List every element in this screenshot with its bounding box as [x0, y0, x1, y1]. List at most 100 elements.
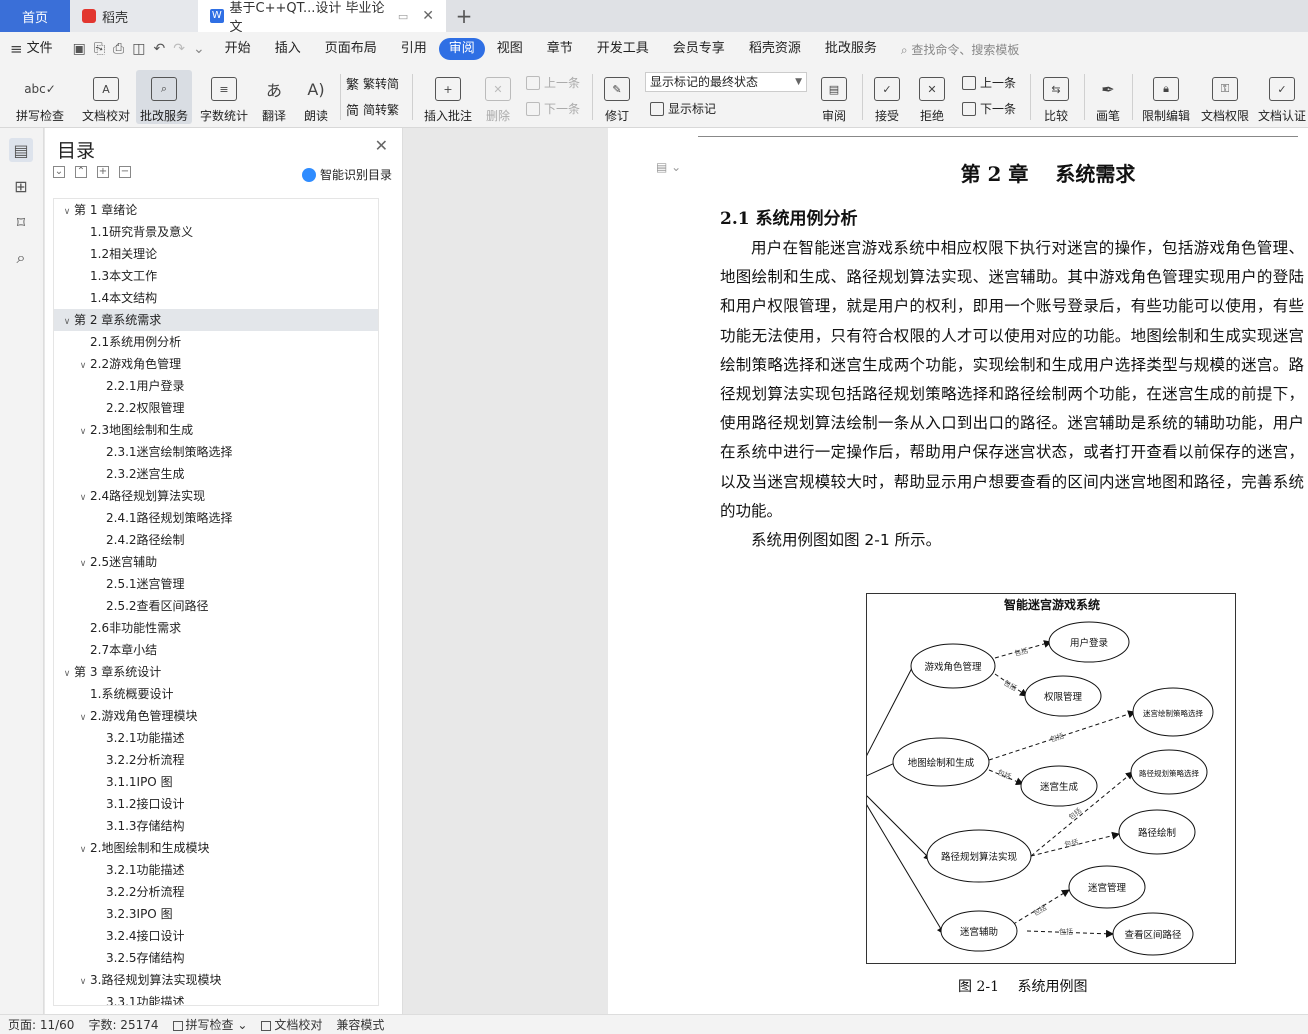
export-icon[interactable]: ⎘ [94, 41, 105, 57]
toc-item[interactable]: 3.3.1功能描述 [54, 991, 378, 1005]
toc-item[interactable]: 2.5.1迷宫管理 [54, 573, 378, 595]
tab-document[interactable]: W 基于C++QT...设计 毕业论文 ▭ ✕ [198, 0, 446, 35]
accept-button[interactable]: ✓ 接受 [868, 70, 906, 124]
chevron-down-icon[interactable]: ∨ [60, 201, 74, 223]
more-icon[interactable]: ⌄ [193, 41, 205, 57]
close-icon[interactable]: ✕ [375, 136, 388, 155]
toc-item[interactable]: ∨ 2.4路径规划算法实现 [54, 485, 378, 507]
tab-close-icon[interactable]: ✕ [422, 8, 434, 24]
restrict-edit-button[interactable]: 🔒︎ 限制编辑 [1138, 70, 1194, 124]
chevron-down-icon[interactable]: ∨ [76, 421, 90, 443]
redo-icon[interactable]: ↷ [173, 41, 185, 57]
prev-change-button[interactable]: 上一条 [962, 74, 1016, 91]
simp-to-trad-button[interactable]: 简简转繁 [346, 100, 399, 119]
show-markup-button[interactable]: 显示标记 [650, 100, 716, 117]
menu-chapter[interactable]: 章节 [535, 38, 585, 60]
menu-devtools[interactable]: 开发工具 [585, 38, 661, 60]
chevron-down-icon[interactable]: ∨ [76, 971, 90, 993]
tab-home[interactable]: 首页 [0, 0, 70, 32]
file-menu[interactable]: 文件 [23, 38, 65, 60]
doc-cert-button[interactable]: ✓ 文档认证 [1256, 70, 1308, 124]
chevron-down-icon[interactable]: ∨ [60, 663, 74, 685]
track-changes-button[interactable]: ✎ 修订 [598, 70, 636, 124]
preview-icon[interactable]: ◫ [132, 41, 145, 57]
toc-item[interactable]: 3.1.2接口设计 [54, 793, 378, 815]
chevron-down-icon[interactable]: ∨ [76, 839, 90, 861]
tab-daoke[interactable]: 稻壳 [70, 0, 198, 32]
new-tab-button[interactable]: + [446, 0, 482, 32]
status-spell-check[interactable]: 拼写检查 ⌄ [172, 1016, 247, 1033]
tab-float-icon[interactable]: ▭ [398, 10, 408, 23]
chevron-down-icon[interactable]: ∨ [76, 355, 90, 377]
delete-comment-button[interactable]: ✕ 删除 [480, 70, 516, 124]
menu-view[interactable]: 视图 [485, 38, 535, 60]
toc-item[interactable]: 3.2.2分析流程 [54, 881, 378, 903]
correction-service-button[interactable]: ⌕ 批改服务 [136, 70, 192, 124]
toc-item[interactable]: 3.2.4接口设计 [54, 925, 378, 947]
toc-item[interactable]: 3.1.1IPO 图 [54, 771, 378, 793]
menu-layout[interactable]: 页面布局 [313, 38, 389, 60]
toc-item[interactable]: 2.3.2迷宫生成 [54, 463, 378, 485]
next-change-button[interactable]: 下一条 [962, 100, 1016, 117]
doc-permission-button[interactable]: ⚿ 文档权限 [1198, 70, 1252, 124]
collapse-all-icon[interactable]: ⌄ [53, 166, 65, 178]
next-comment-button[interactable]: 下一条 [526, 100, 580, 117]
prev-comment-button[interactable]: 上一条 [526, 74, 580, 91]
toc-item[interactable]: ∨ 第 1 章绪论 [54, 199, 378, 221]
toc-item[interactable]: ∨ 第 2 章系统需求 [54, 309, 378, 331]
command-search[interactable]: ⌕ 查找命令、搜索模板 [901, 41, 1020, 58]
find-icon[interactable]: ⌕ [9, 246, 33, 270]
undo-icon[interactable]: ↶ [153, 41, 165, 57]
toc-item[interactable]: 3.2.5存储结构 [54, 947, 378, 969]
toc-item[interactable]: 3.1.3存储结构 [54, 815, 378, 837]
toc-item[interactable]: ∨ 2.游戏角色管理模块 [54, 705, 378, 727]
toc-item[interactable]: 2.2.2权限管理 [54, 397, 378, 419]
markup-state-select[interactable]: 显示标记的最终状态 ▼ [645, 72, 807, 92]
insert-comment-button[interactable]: + 插入批注 [420, 70, 476, 124]
menu-resources[interactable]: 稻壳资源 [737, 38, 813, 60]
toc-item[interactable]: ∨ 2.3地图绘制和生成 [54, 419, 378, 441]
toc-item[interactable]: 1.4本文结构 [54, 287, 378, 309]
toc-item[interactable]: 2.4.1路径规划策略选择 [54, 507, 378, 529]
review-pane-button[interactable]: ▤ 审阅 [814, 70, 854, 124]
translate-button[interactable]: あ翻译 [254, 70, 294, 124]
chevron-down-icon[interactable]: ∨ [60, 311, 74, 333]
menu-start[interactable]: 开始 [213, 38, 263, 60]
toc-item[interactable]: 2.5.2查看区间路径 [54, 595, 378, 617]
menu-member[interactable]: 会员专享 [661, 38, 737, 60]
remove-heading-icon[interactable]: − [119, 166, 131, 178]
chevron-down-icon[interactable]: ∨ [76, 553, 90, 575]
read-aloud-button[interactable]: A) 朗读 [298, 70, 334, 124]
save-icon[interactable]: ▣ [73, 41, 86, 57]
chevron-down-icon[interactable]: ∨ [76, 487, 90, 509]
toc-item[interactable]: 2.2.1用户登录 [54, 375, 378, 397]
compare-button[interactable]: ⇆ 比较 [1036, 70, 1076, 124]
toc-item[interactable]: 2.3.1迷宫绘制策略选择 [54, 441, 378, 463]
toc-item[interactable]: 2.1系统用例分析 [54, 331, 378, 353]
toc-item[interactable]: 3.2.2分析流程 [54, 749, 378, 771]
toc-item[interactable]: ∨ 3.路径规划算法实现模块 [54, 969, 378, 991]
bookmark-icon[interactable]: ⌑ [9, 210, 33, 234]
expand-all-icon[interactable]: ⌃ [75, 166, 87, 178]
toc-item[interactable]: 3.2.3IPO 图 [54, 903, 378, 925]
toc-item[interactable]: ∨ 2.2游戏角色管理 [54, 353, 378, 375]
word-count[interactable]: 字数: 25174 [88, 1016, 158, 1033]
menu-reference[interactable]: 引用 [389, 38, 439, 60]
hamburger-icon[interactable]: ≡ [10, 40, 23, 58]
toc-item[interactable]: 3.2.1功能描述 [54, 859, 378, 881]
spell-check-button[interactable]: abc✓ 拼写检查 [10, 70, 70, 124]
toc-item[interactable]: ∨ 2.地图绘制和生成模块 [54, 837, 378, 859]
word-count-button[interactable]: ≡ 字数统计 [196, 70, 252, 124]
status-doc-check[interactable]: 文档校对 [261, 1016, 322, 1033]
toc-item[interactable]: 1.2相关理论 [54, 243, 378, 265]
menu-insert[interactable]: 插入 [263, 38, 313, 60]
pen-button[interactable]: ✒ 画笔 [1090, 70, 1126, 124]
toc-item[interactable]: 1.1研究背景及意义 [54, 221, 378, 243]
toc-item[interactable]: 2.7本章小结 [54, 639, 378, 661]
chapter-nav-icon[interactable]: ⊞ [9, 174, 33, 198]
toc-item[interactable]: 3.2.1功能描述 [54, 727, 378, 749]
toc-item[interactable]: 2.6非功能性需求 [54, 617, 378, 639]
print-icon[interactable]: ⎙ [113, 41, 124, 57]
menu-review[interactable]: 审阅 [438, 38, 485, 60]
toc-panel-icon[interactable]: ▤ [9, 138, 33, 162]
